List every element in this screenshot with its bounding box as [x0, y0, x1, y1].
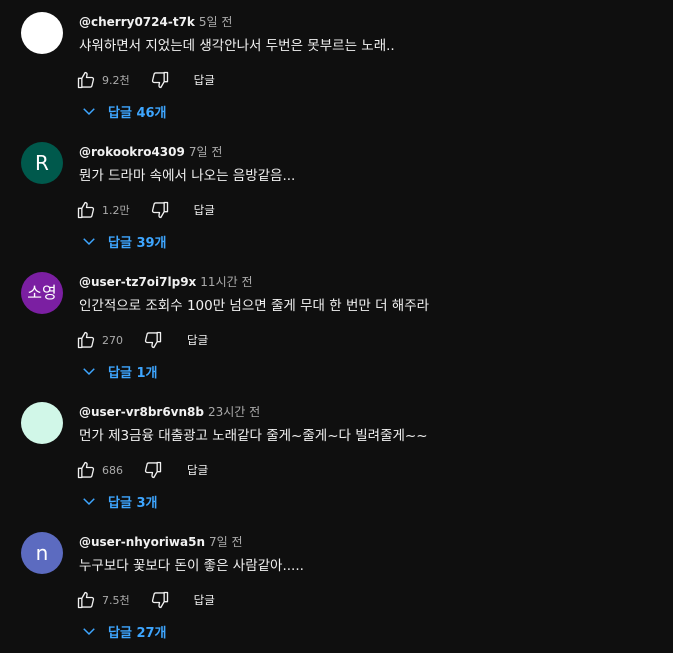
comment-author[interactable]: @cherry0724-t7k: [79, 15, 195, 29]
view-replies-button[interactable]: 답글 39개: [80, 230, 167, 252]
view-replies-button[interactable]: 답글 46개: [80, 100, 167, 122]
thumbs-up-icon: [77, 591, 95, 609]
like-button[interactable]: [74, 198, 98, 222]
comment-header: @user-vr8br6vn8b 23시간 전: [79, 404, 260, 420]
comment-text: 뭔가 드라마 속에서 나오는 음방같음...: [79, 168, 296, 184]
chevron-down-icon: [83, 108, 95, 116]
reply-button[interactable]: 답글: [188, 590, 221, 610]
comments-section: @cherry0724-t7k 5일 전 샤워하면서 지었는데 생각안나서 두번은…: [0, 0, 673, 653]
reply-button[interactable]: 답글: [188, 70, 221, 90]
avatar[interactable]: [21, 12, 63, 54]
chevron-down-icon: [83, 368, 95, 376]
thumbs-down-icon: [144, 331, 162, 349]
reply-button[interactable]: 답글: [181, 460, 214, 480]
comment-actions: 9.2천 답글: [74, 68, 221, 92]
like-button[interactable]: [74, 458, 98, 482]
like-button[interactable]: [74, 328, 98, 352]
comment-text: 누구보다 꽃보다 돈이 좋은 사람같아.....: [79, 558, 304, 574]
thumbs-up-icon: [77, 71, 95, 89]
comment-actions: 686 답글: [74, 458, 214, 482]
comment-header: @rokookro4309 7일 전: [79, 144, 222, 160]
like-button[interactable]: [74, 68, 98, 92]
replies-count-label: 답글 46개: [108, 105, 167, 121]
thumbs-down-icon: [151, 71, 168, 89]
thumbs-down-icon: [151, 591, 168, 609]
comment-text: 샤워하면서 지었는데 생각안나서 두번은 못부르는 노래..: [79, 38, 395, 54]
comment-time[interactable]: 11시간 전: [200, 275, 252, 289]
reply-button[interactable]: 답글: [188, 200, 221, 220]
view-replies-button[interactable]: 답글 27개: [80, 620, 167, 642]
dislike-button[interactable]: [141, 328, 165, 352]
comment-actions: 270 답글: [74, 328, 214, 352]
comment-text: 먼가 제3금융 대출광고 노래같다 줄게~줄게~다 빌려줄게~~: [79, 428, 428, 444]
dislike-button[interactable]: [148, 198, 172, 222]
comment-time[interactable]: 7일 전: [189, 145, 223, 159]
view-replies-button[interactable]: 답글 3개: [80, 490, 157, 512]
like-count: 1.2만: [102, 204, 130, 217]
comment-time[interactable]: 7일 전: [209, 535, 243, 549]
avatar[interactable]: n: [21, 532, 63, 574]
like-count: 270: [102, 333, 123, 347]
comment-author[interactable]: @user-vr8br6vn8b: [79, 405, 204, 419]
thumbs-down-icon: [144, 461, 162, 479]
thumbs-up-icon: [77, 201, 95, 219]
comment-author[interactable]: @user-tz7oi7lp9x: [79, 275, 196, 289]
avatar[interactable]: [21, 402, 63, 444]
comment-actions: 7.5천 답글: [74, 588, 221, 612]
comment-header: @cherry0724-t7k 5일 전: [79, 14, 232, 30]
comment-author[interactable]: @rokookro4309: [79, 145, 185, 159]
replies-count-label: 답글 1개: [108, 365, 158, 381]
dislike-button[interactable]: [148, 68, 172, 92]
chevron-down-icon: [83, 238, 95, 246]
replies-count-label: 답글 3개: [108, 495, 158, 511]
view-replies-button[interactable]: 답글 1개: [80, 360, 157, 382]
comment-actions: 1.2만 답글: [74, 198, 221, 222]
chevron-down-icon: [83, 498, 95, 506]
replies-count-label: 답글 39개: [108, 235, 167, 251]
thumbs-down-icon: [151, 201, 168, 219]
like-button[interactable]: [74, 588, 98, 612]
dislike-button[interactable]: [148, 588, 172, 612]
replies-count-label: 답글 27개: [108, 625, 167, 641]
comment-author[interactable]: @user-nhyoriwa5n: [79, 535, 205, 549]
comment-time[interactable]: 23시간 전: [208, 405, 260, 419]
reply-button[interactable]: 답글: [181, 330, 214, 350]
comment-header: @user-nhyoriwa5n 7일 전: [79, 534, 243, 550]
thumbs-up-icon: [77, 331, 95, 349]
chevron-down-icon: [83, 628, 95, 636]
avatar[interactable]: R: [21, 142, 63, 184]
like-count: 686: [102, 463, 123, 477]
comment-text: 인간적으로 조회수 100만 넘으면 줄게 무대 한 번만 더 해주라: [79, 298, 430, 314]
like-count: 7.5천: [102, 594, 130, 607]
avatar[interactable]: 소영: [21, 272, 63, 314]
dislike-button[interactable]: [141, 458, 165, 482]
thumbs-up-icon: [77, 461, 95, 479]
like-count: 9.2천: [102, 74, 130, 87]
comment-time[interactable]: 5일 전: [199, 15, 233, 29]
comment-header: @user-tz7oi7lp9x 11시간 전: [79, 274, 253, 290]
